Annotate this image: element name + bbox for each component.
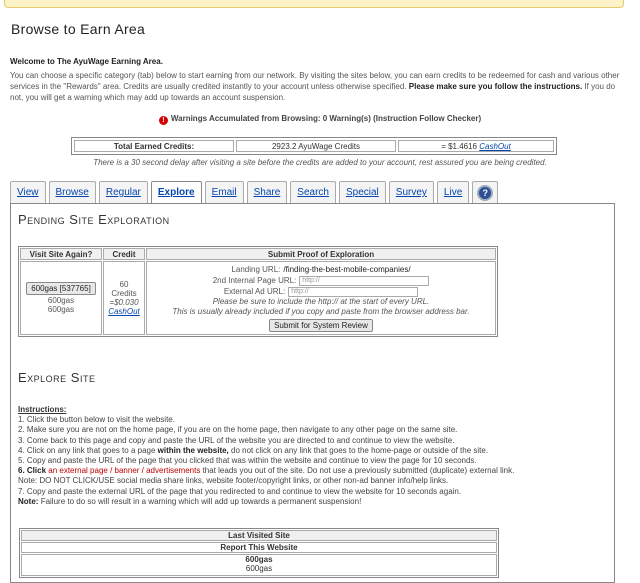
page-title: Browse to Earn Area	[11, 21, 146, 37]
instruction-step: 7. Copy and paste the external URL of th…	[18, 486, 462, 496]
note-text: Failure to do so will result in a warnin…	[40, 496, 362, 506]
step-text: that leads you out of the site. Do not u…	[202, 466, 515, 476]
credit-cell: 60 Credits =$0.030 CashOut	[103, 261, 145, 335]
intro-text: You can choose a specific category (tab)…	[10, 70, 620, 103]
welcome-heading: Welcome to The AyuWage Earning Area.	[10, 57, 163, 66]
last-visited-header: Last Visited Site	[21, 530, 497, 541]
visit-cell: 600gas [537765] 600gas 600gas	[20, 261, 102, 335]
instruction-step: 6. Click an external page / banner / adv…	[18, 466, 608, 476]
last-visited-table: Last Visited Site Report This Website 60…	[19, 528, 499, 578]
warnings-text: Warnings Accumulated from Browsing: 0 Wa…	[170, 114, 482, 123]
step-text: do not click on any link that goes to th…	[231, 445, 489, 455]
col-visit-again: Visit Site Again?	[20, 248, 102, 260]
credits-cash: = $1.4616 CashOut	[398, 140, 554, 152]
site-name: 600gas	[47, 305, 75, 314]
external-label: External Ad URL:	[223, 287, 286, 296]
instruction-note: Note: DO NOT CLICK/USE social media shar…	[18, 476, 449, 486]
help-icon: ?	[477, 184, 494, 201]
credits-cash-amount: = $1.4616	[441, 142, 477, 151]
credits-label: Total Earned Credits:	[74, 140, 234, 152]
tab-special[interactable]: Special	[338, 181, 386, 203]
category-tabs: View Browse Regular Explore Email Share …	[10, 181, 499, 205]
tab-explore[interactable]: Explore	[150, 181, 202, 205]
proof-cell: Landing URL: /finding-the-best-mobile-co…	[146, 261, 496, 335]
delay-note: There is a 30 second delay after visitin…	[93, 158, 547, 167]
intro-bold: Please make sure you follow the instruct…	[408, 82, 583, 91]
step-text: 4. Click on any link that goes to a page	[18, 445, 156, 455]
credit-cashout-link[interactable]: CashOut	[108, 307, 140, 316]
site-name: 600gas	[245, 564, 273, 573]
instruction-warning: Note: Failure to do so will result in a …	[18, 497, 608, 507]
internal-url-input[interactable]: http://	[299, 275, 430, 286]
instruction-step: 3. Come back to this page and copy and p…	[18, 435, 455, 445]
col-credit: Credit	[103, 248, 145, 260]
internal-label: 2nd Internal Page URL:	[212, 276, 297, 285]
credit-amount: 60 Credits	[111, 280, 137, 298]
tab-regular[interactable]: Regular	[98, 181, 148, 203]
credits-value: 2923.2 AyuWage Credits	[236, 140, 396, 152]
pending-table: Visit Site Again? Credit Submit Proof of…	[18, 246, 498, 337]
explore-panel: Pending Site Exploration Visit Site Agai…	[10, 203, 615, 583]
tab-email[interactable]: Email	[204, 181, 244, 203]
report-website-link[interactable]: Report This Website	[21, 542, 497, 553]
visit-site-button[interactable]: 600gas [537765]	[26, 282, 96, 295]
proof-note-1: Please be sure to include the http:// at…	[212, 297, 430, 306]
instructions: Instructions: 1. Click the button below …	[18, 405, 608, 507]
external-row: External Ad URL: http://	[149, 286, 493, 297]
tab-browse[interactable]: Browse	[48, 181, 96, 203]
landing-url: /finding-the-best-mobile-companies/	[283, 265, 411, 274]
step-text: 6. Click	[18, 466, 47, 476]
proof-note-2: This is usually already included if you …	[172, 307, 470, 316]
tab-survey[interactable]: Survey	[388, 181, 434, 203]
site-name: 600gas	[245, 555, 273, 564]
tab-share[interactable]: Share	[246, 181, 288, 203]
tab-view[interactable]: View	[10, 181, 46, 203]
instruction-step: 5. Copy and paste the URL of the page th…	[18, 456, 477, 466]
site-name: 600gas	[47, 296, 75, 305]
landing-row: Landing URL: /finding-the-best-mobile-co…	[149, 264, 493, 275]
instructions-heading: Instructions:	[18, 405, 67, 414]
pending-title: Pending Site Exploration	[18, 212, 170, 227]
landing-label: Landing URL:	[231, 265, 281, 274]
note-label: Note:	[18, 496, 39, 506]
external-url-input[interactable]: http://	[288, 286, 419, 297]
instruction-step: 4. Click on any link that goes to a page…	[18, 446, 608, 456]
instruction-step: 2. Make sure you are not on the home pag…	[18, 425, 458, 435]
step-emphasis: within the website,	[157, 445, 229, 455]
tab-search[interactable]: Search	[290, 181, 336, 203]
submit-review-button[interactable]: Submit for System Review	[269, 319, 373, 332]
warnings-status: ! Warnings Accumulated from Browsing: 0 W…	[0, 114, 640, 125]
alert-banner	[4, 0, 624, 8]
credit-value: =$0.030	[109, 298, 139, 307]
tab-help[interactable]: ?	[472, 181, 499, 203]
internal-row: 2nd Internal Page URL: http://	[149, 275, 493, 286]
cashout-link[interactable]: CashOut	[479, 142, 511, 151]
tab-live[interactable]: Live	[436, 181, 470, 203]
col-submit-proof: Submit Proof of Exploration	[146, 248, 496, 260]
credits-summary: Total Earned Credits: 2923.2 AyuWage Cre…	[71, 137, 557, 155]
warning-icon: !	[158, 116, 168, 125]
explore-title: Explore Site	[18, 370, 96, 385]
step-highlight: an external page / banner / advertisemen…	[48, 466, 201, 476]
instruction-step: 1. Click the button below to visit the w…	[18, 415, 175, 425]
